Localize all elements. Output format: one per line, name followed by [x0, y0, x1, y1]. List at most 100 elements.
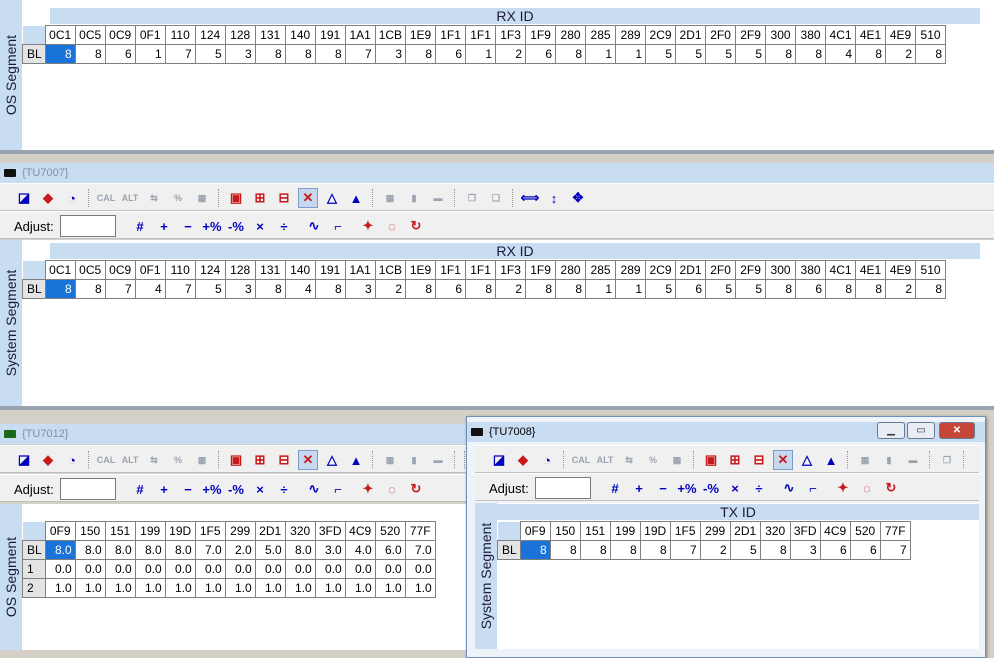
value-cell[interactable]: 0.0	[194, 559, 226, 579]
adjust-op-icon-0[interactable]: #	[605, 478, 625, 498]
bar-icon[interactable]: ▮	[879, 450, 899, 470]
value-cell[interactable]: 8	[254, 44, 286, 64]
value-cell[interactable]: 7.0	[404, 540, 436, 560]
adjust-op-icon-8[interactable]: ⌐	[328, 216, 348, 236]
adjust-op-icon-5[interactable]: ×	[725, 478, 745, 498]
value-cell[interactable]: 5	[194, 44, 226, 64]
cube-icon[interactable]: ◆	[513, 450, 533, 470]
close-button[interactable]: ✕	[939, 422, 975, 439]
value-cell[interactable]: 8.0	[104, 540, 136, 560]
value-cell[interactable]: 1	[134, 44, 166, 64]
value-cell[interactable]: 3	[344, 279, 376, 299]
value-cell[interactable]: 8	[465, 279, 497, 299]
minimize-button[interactable]: ▁	[877, 422, 905, 439]
value-cell[interactable]: 0.0	[164, 559, 196, 579]
grid-icon[interactable]: ▦	[855, 450, 875, 470]
value-cell[interactable]: 8	[525, 279, 557, 299]
copy-icon[interactable]: ❐	[937, 450, 957, 470]
adjust-op-icon-11[interactable]: ↻	[881, 478, 901, 498]
value-cell[interactable]: 8	[855, 44, 887, 64]
alt-icon[interactable]: ALT	[120, 450, 140, 470]
value-cell[interactable]: 7	[164, 44, 196, 64]
horizontal-arrow-icon[interactable]: ⟺	[520, 188, 540, 208]
pyramid-alt-icon[interactable]: ▲	[346, 188, 366, 208]
value-cell[interactable]: 8	[405, 279, 437, 299]
value-cell[interactable]: 6	[525, 44, 557, 64]
value-cell[interactable]: 1.0	[314, 578, 346, 598]
pane-splitter[interactable]	[0, 406, 994, 410]
refresh-icon[interactable]: ◔	[537, 450, 557, 470]
value-cell[interactable]: 8	[254, 279, 286, 299]
adjust-op-icon-7[interactable]: ∿	[779, 478, 799, 498]
dash-icon[interactable]: ▬	[428, 188, 448, 208]
adjust-op-icon-8[interactable]: ⌐	[328, 479, 348, 499]
value-cell[interactable]: 4	[825, 44, 857, 64]
value-cell[interactable]: 1.0	[44, 578, 76, 598]
value-cell[interactable]: 0.0	[284, 559, 316, 579]
value-cell[interactable]: 8	[74, 44, 106, 64]
adjust-input[interactable]	[535, 477, 591, 499]
value-cell[interactable]: 2	[374, 279, 407, 299]
move-icon[interactable]: ✥	[568, 188, 588, 208]
value-cell[interactable]: 1	[585, 279, 617, 299]
minus-chip-icon[interactable]: ⊟	[749, 450, 769, 470]
cube-icon[interactable]: ◆	[38, 188, 58, 208]
value-cell[interactable]: 1	[585, 44, 617, 64]
graph-icon[interactable]: ◪	[14, 188, 34, 208]
value-cell[interactable]: 1	[615, 279, 647, 299]
chip-icon[interactable]: ▣	[701, 450, 721, 470]
adjust-op-icon-5[interactable]: ×	[250, 216, 270, 236]
flag-icon[interactable]: ✕	[298, 450, 318, 470]
value-cell[interactable]: 5	[645, 279, 677, 299]
adjust-op-icon-10[interactable]: ◌	[382, 216, 402, 236]
value-cell[interactable]: 8	[555, 44, 587, 64]
value-cell[interactable]: 0.0	[224, 559, 256, 579]
percent-table-icon[interactable]: ▦	[667, 450, 687, 470]
bar-icon[interactable]: ▮	[404, 188, 424, 208]
value-cell[interactable]: 3.0	[314, 540, 346, 560]
value-cell[interactable]: 1.0	[344, 578, 376, 598]
value-cell[interactable]: 5	[194, 279, 226, 299]
value-cell[interactable]: 2	[699, 540, 731, 560]
value-cell[interactable]: 4	[134, 279, 166, 299]
adjust-op-icon-9[interactable]: ✦	[358, 216, 378, 236]
value-cell[interactable]: 8	[915, 279, 947, 299]
chip-icon[interactable]: ▣	[226, 188, 246, 208]
cal-icon[interactable]: CAL	[96, 450, 116, 470]
adjust-op-icon-1[interactable]: +	[154, 216, 174, 236]
value-cell[interactable]: 6	[795, 279, 827, 299]
value-cell[interactable]: 8	[405, 44, 437, 64]
value-cell[interactable]: 8	[549, 540, 581, 560]
cube-icon[interactable]: ◆	[38, 450, 58, 470]
value-cell[interactable]: 8.0	[44, 540, 76, 560]
value-cell[interactable]: 5	[705, 44, 737, 64]
adjust-op-icon-11[interactable]: ↻	[406, 479, 426, 499]
value-cell[interactable]: 0.0	[74, 559, 106, 579]
adjust-op-icon-4[interactable]: -%	[226, 479, 246, 499]
percent-table-icon[interactable]: ▦	[192, 188, 212, 208]
graph-icon[interactable]: ◪	[489, 450, 509, 470]
value-cell[interactable]: 8.0	[284, 540, 316, 560]
value-cell[interactable]: 0.0	[374, 559, 406, 579]
value-cell[interactable]: 0.0	[314, 559, 346, 579]
adjust-op-icon-2[interactable]: −	[178, 479, 198, 499]
value-cell[interactable]: 6	[435, 279, 467, 299]
adjust-op-icon-3[interactable]: +%	[677, 478, 697, 498]
adjust-op-icon-8[interactable]: ⌐	[803, 478, 823, 498]
adjust-op-icon-5[interactable]: ×	[250, 479, 270, 499]
window-title-tu7012[interactable]: {TU7012}	[0, 424, 466, 444]
value-cell[interactable]: 8	[314, 44, 346, 64]
adjust-op-icon-7[interactable]: ∿	[304, 479, 324, 499]
value-cell[interactable]: 6.0	[374, 540, 406, 560]
value-cell[interactable]: 8	[44, 279, 76, 299]
value-cell[interactable]: 7.0	[194, 540, 226, 560]
value-cell[interactable]: 1	[465, 44, 497, 64]
value-cell[interactable]: 3	[224, 44, 256, 64]
copy-icon[interactable]: ❐	[462, 188, 482, 208]
value-cell[interactable]: 0.0	[404, 559, 436, 579]
window-tu7008[interactable]: {TU7008} ▁ ▭ ✕ ◪ ◆ ◔ CAL ALT ⇆% ▦ ▣ ⊞ ⊟ ✕ △ ▲ ▦ ▮ ▬ ❐ Ad…	[466, 416, 986, 658]
value-cell[interactable]: 0.0	[44, 559, 76, 579]
value-cell[interactable]: 5	[735, 44, 767, 64]
vertical-arrow-icon[interactable]: ↕	[544, 188, 564, 208]
adjust-input[interactable]	[60, 215, 116, 237]
